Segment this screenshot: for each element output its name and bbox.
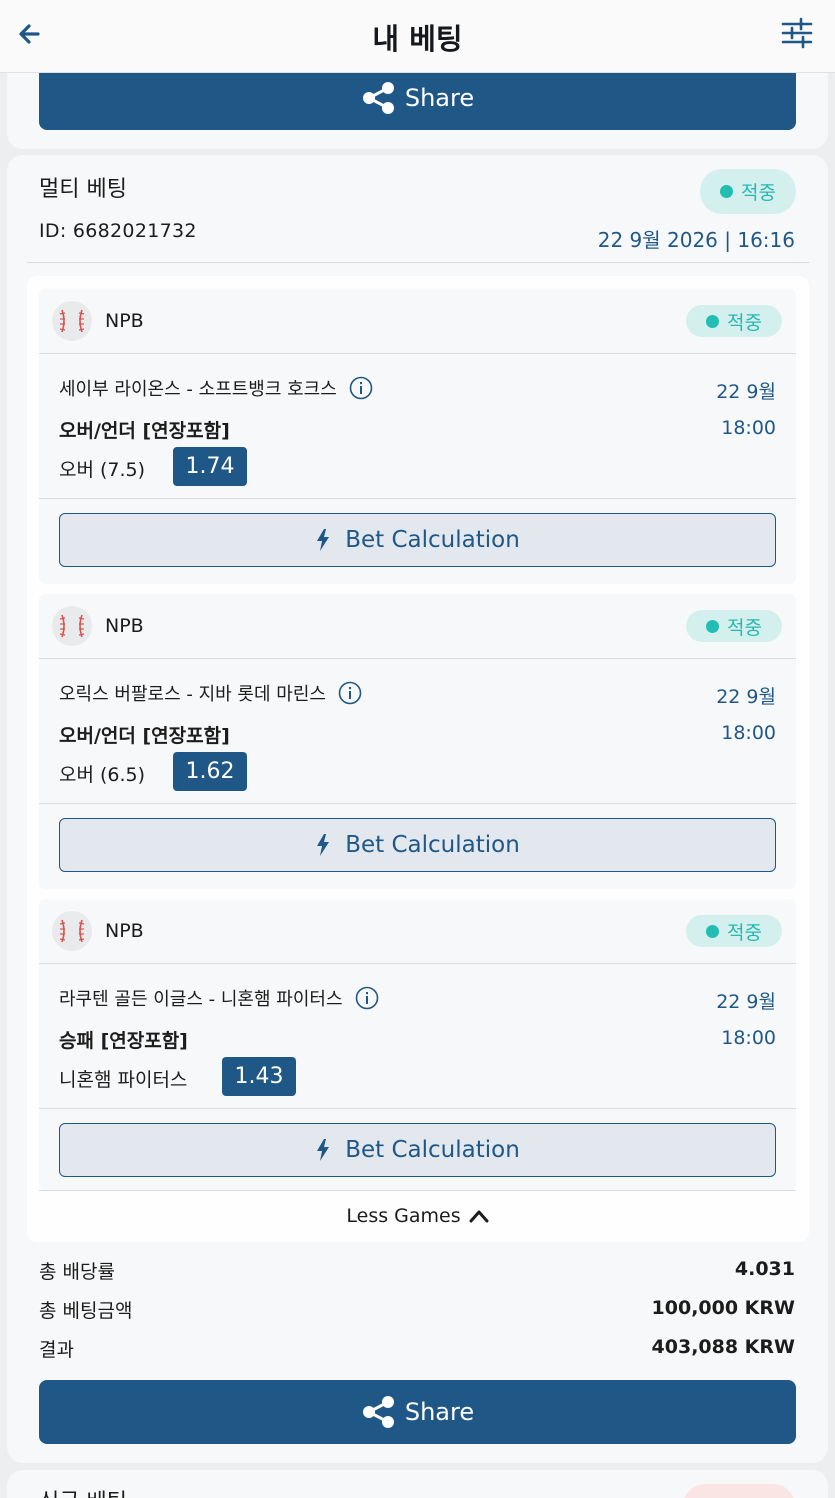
slip-title: 멀티 베팅 — [39, 177, 127, 202]
share-icon — [362, 82, 394, 114]
app-header: 내 베팅 — [0, 0, 835, 73]
game-time: 18:00 — [721, 417, 776, 439]
lightning-icon — [317, 834, 330, 856]
divider — [39, 1190, 796, 1191]
match-name[interactable]: 세이부 라이온스 - 소프트뱅크 호크스 — [59, 375, 373, 401]
status-badge: 적중 — [700, 169, 796, 214]
lightning-icon — [317, 1139, 330, 1161]
baseball-icon — [52, 606, 92, 646]
game-date: 22 9월 — [716, 991, 776, 1013]
match-label: 오릭스 버팔로스 - 지바 롯데 마린스 — [59, 684, 326, 705]
divider — [39, 353, 796, 354]
match-label: 라쿠텐 골든 이글스 - 니혼햄 파이터스 — [59, 989, 343, 1010]
status-badge: 적중 — [686, 610, 782, 642]
slip-id: ID: 6682021732 — [39, 220, 197, 242]
share-label: Share — [404, 1398, 475, 1426]
status-text: 적중 — [741, 182, 776, 204]
game-date: 22 9월 — [716, 381, 776, 403]
divider — [27, 262, 809, 263]
lightning-icon — [317, 529, 330, 551]
status-badge: 적중 — [686, 915, 782, 947]
status-dot-icon — [706, 314, 720, 328]
league-name: NPB — [105, 920, 144, 942]
game-time: 18:00 — [721, 1027, 776, 1049]
market-name: 오버/언더 [연장포함] — [59, 420, 230, 442]
info-icon[interactable] — [355, 986, 379, 1010]
stake-label: 총 베팅금액 — [39, 1300, 133, 1322]
share-label: Share — [404, 84, 475, 112]
status-text: 적중 — [727, 921, 762, 944]
next-slip-title: 싱글 베팅 — [39, 1484, 127, 1498]
odds-badge: 1.43 — [222, 1057, 296, 1096]
game-time: 18:00 — [721, 722, 776, 744]
total-odds-label: 총 배당률 — [39, 1261, 115, 1283]
selection-name: 오버 (7.5) — [59, 459, 146, 481]
match-name[interactable]: 라쿠텐 골든 이글스 - 니혼햄 파이터스 — [59, 985, 379, 1011]
bet-calculation-button[interactable]: Bet Calculation — [59, 1123, 776, 1177]
status-dot-icon — [706, 924, 720, 938]
match-label: 세이부 라이온스 - 소프트뱅크 호크스 — [59, 379, 337, 400]
status-dot-icon — [706, 619, 720, 633]
game-date: 22 9월 — [716, 686, 776, 708]
divider — [39, 1108, 796, 1109]
market-name: 승패 [연장포함] — [59, 1030, 188, 1052]
status-badge — [683, 1484, 795, 1498]
selection-name: 오버 (6.5) — [59, 764, 146, 786]
game-card: NPB 적중 오릭스 버팔로스 - 지바 롯데 마린스 22 9월 18:00 … — [39, 594, 796, 889]
bet-calculation-button[interactable]: Bet Calculation — [59, 513, 776, 567]
odds-badge: 1.62 — [173, 752, 247, 791]
status-text: 적중 — [727, 616, 762, 639]
selection-name: 니혼햄 파이터스 — [59, 1069, 188, 1091]
divider — [39, 803, 796, 804]
share-icon — [362, 1396, 394, 1428]
share-button[interactable]: Share — [39, 1380, 796, 1444]
less-games-toggle[interactable]: Less Games — [0, 1205, 835, 1227]
bet-calculation-label: Bet Calculation — [345, 832, 520, 858]
bet-calculation-button[interactable]: Bet Calculation — [59, 818, 776, 872]
total-odds-value: 4.031 — [734, 1258, 795, 1280]
baseball-icon — [52, 301, 92, 341]
filter-button[interactable] — [781, 16, 813, 50]
chevron-up-icon — [469, 1210, 489, 1223]
divider — [39, 963, 796, 964]
status-dot-icon — [720, 185, 734, 198]
bet-calculation-label: Bet Calculation — [345, 527, 520, 553]
info-icon[interactable] — [338, 681, 362, 705]
page-title: 내 베팅 — [372, 22, 463, 56]
result-label: 결과 — [39, 1339, 74, 1361]
status-badge: 적중 — [686, 305, 782, 337]
divider — [39, 658, 796, 659]
share-button-top[interactable]: Share — [39, 66, 796, 130]
stake-value: 100,000 KRW — [651, 1297, 795, 1319]
divider — [39, 498, 796, 499]
game-card: NPB 적중 세이부 라이온스 - 소프트뱅크 호크스 22 9월 18:00 … — [39, 289, 796, 584]
league-name: NPB — [105, 615, 144, 637]
game-card: NPB 적중 라쿠텐 골든 이글스 - 니혼햄 파이터스 22 9월 18:00… — [39, 899, 796, 1190]
status-text: 적중 — [727, 311, 762, 334]
league-name: NPB — [105, 310, 144, 332]
less-games-label: Less Games — [346, 1205, 461, 1227]
baseball-icon — [52, 911, 92, 951]
slip-datetime: 22 9월 2026 | 16:16 — [597, 228, 795, 252]
sliders-icon — [781, 17, 813, 49]
info-icon[interactable] — [349, 376, 373, 400]
bet-calculation-label: Bet Calculation — [345, 1137, 520, 1163]
result-value: 403,088 KRW — [651, 1336, 795, 1358]
match-name[interactable]: 오릭스 버팔로스 - 지바 롯데 마린스 — [59, 680, 362, 706]
market-name: 오버/언더 [연장포함] — [59, 725, 230, 747]
odds-badge: 1.74 — [173, 447, 247, 486]
